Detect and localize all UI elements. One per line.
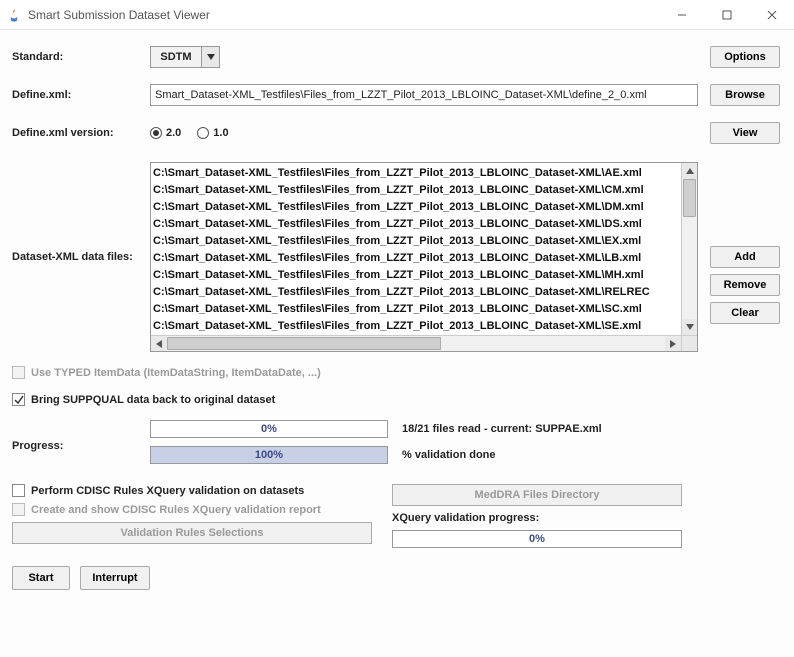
validation-progress-text: 100% [151,447,387,463]
data-files-listbox[interactable]: C:\Smart_Dataset-XML_Testfiles\Files_fro… [150,162,698,352]
validation-progress-bar: 100% [150,446,388,464]
suppqual-checkbox[interactable]: Bring SUPPQUAL data back to original dat… [12,393,782,406]
interrupt-button[interactable]: Interrupt [80,566,150,590]
scroll-down-icon[interactable] [682,319,697,335]
create-report-label: Create and show CDISC Rules XQuery valid… [31,504,321,516]
xquery-progress-bar: 0% [392,530,682,548]
radio-selected-icon [150,127,162,139]
radio-unselected-icon [197,127,209,139]
checkbox-unchecked-icon [12,366,25,379]
xquery-progress-label: XQuery validation progress: [392,512,782,524]
java-app-icon [6,7,22,23]
suppqual-label: Bring SUPPQUAL data back to original dat… [31,394,275,406]
window-close-button[interactable] [749,0,794,30]
chevron-down-icon [201,47,219,67]
version-10-radio[interactable]: 1.0 [197,127,228,139]
progress-label: Progress: [12,420,150,452]
list-item[interactable]: C:\Smart_Dataset-XML_Testfiles\Files_fro… [153,301,681,318]
list-item[interactable]: C:\Smart_Dataset-XML_Testfiles\Files_fro… [153,216,681,233]
scroll-left-icon[interactable] [151,336,167,351]
version-20-radio[interactable]: 2.0 [150,127,181,139]
clear-button[interactable]: Clear [710,302,780,324]
files-progress-status: 18/21 files read - current: SUPPAE.xml [402,423,602,435]
list-item[interactable]: C:\Smart_Dataset-XML_Testfiles\Files_fro… [153,165,681,182]
scroll-right-icon[interactable] [665,336,681,351]
remove-button[interactable]: Remove [710,274,780,296]
view-button[interactable]: View [710,122,780,144]
scrollbar-corner [681,336,697,351]
browse-button[interactable]: Browse [710,84,780,106]
standard-combo[interactable]: SDTM [150,46,220,68]
listbox-vertical-scrollbar[interactable] [681,163,697,335]
version-10-label: 1.0 [213,127,228,139]
meddra-dir-button: MedDRA Files Directory [392,484,682,506]
window-titlebar: Smart Submission Dataset Viewer [0,0,794,30]
perform-xquery-label: Perform CDISC Rules XQuery validation on… [31,485,304,497]
typed-itemdata-checkbox: Use TYPED ItemData (ItemDataString, Item… [12,366,782,379]
list-item[interactable]: C:\Smart_Dataset-XML_Testfiles\Files_fro… [153,233,681,250]
define-xml-label: Define.xml: [12,89,150,101]
start-button[interactable]: Start [12,566,70,590]
scrollbar-thumb[interactable] [167,337,441,350]
list-item[interactable]: C:\Smart_Dataset-XML_Testfiles\Files_fro… [153,267,681,284]
add-button[interactable]: Add [710,246,780,268]
validation-progress-label: % validation done [402,449,496,461]
checkbox-checked-icon [12,393,25,406]
window-minimize-button[interactable] [659,0,704,30]
options-button[interactable]: Options [710,46,780,68]
scrollbar-thumb[interactable] [683,179,696,217]
window-title: Smart Submission Dataset Viewer [28,8,659,22]
list-item[interactable]: C:\Smart_Dataset-XML_Testfiles\Files_fro… [153,182,681,199]
data-files-label: Dataset-XML data files: [12,251,150,263]
list-item[interactable]: C:\Smart_Dataset-XML_Testfiles\Files_fro… [153,250,681,267]
standard-combo-value: SDTM [151,51,201,63]
xquery-progress-text: 0% [393,531,681,547]
files-progress-text: 0% [151,421,387,437]
list-item[interactable]: C:\Smart_Dataset-XML_Testfiles\Files_fro… [153,199,681,216]
listbox-horizontal-scrollbar[interactable] [151,335,697,351]
version-20-label: 2.0 [166,127,181,139]
window-maximize-button[interactable] [704,0,749,30]
checkbox-unchecked-icon [12,503,25,516]
list-item[interactable]: C:\Smart_Dataset-XML_Testfiles\Files_fro… [153,284,681,301]
perform-xquery-checkbox[interactable]: Perform CDISC Rules XQuery validation on… [12,484,392,497]
standard-label: Standard: [12,51,150,63]
define-xml-path-input[interactable]: Smart_Dataset-XML_Testfiles\Files_from_L… [150,84,698,106]
scroll-up-icon[interactable] [682,163,697,179]
typed-itemdata-label: Use TYPED ItemData (ItemDataString, Item… [31,367,321,379]
checkbox-unchecked-icon [12,484,25,497]
files-progress-bar: 0% [150,420,388,438]
define-version-label: Define.xml version: [12,127,150,139]
create-report-checkbox: Create and show CDISC Rules XQuery valid… [12,503,392,516]
validation-rules-button: Validation Rules Selections [12,522,372,544]
list-item[interactable]: C:\Smart_Dataset-XML_Testfiles\Files_fro… [153,318,681,335]
